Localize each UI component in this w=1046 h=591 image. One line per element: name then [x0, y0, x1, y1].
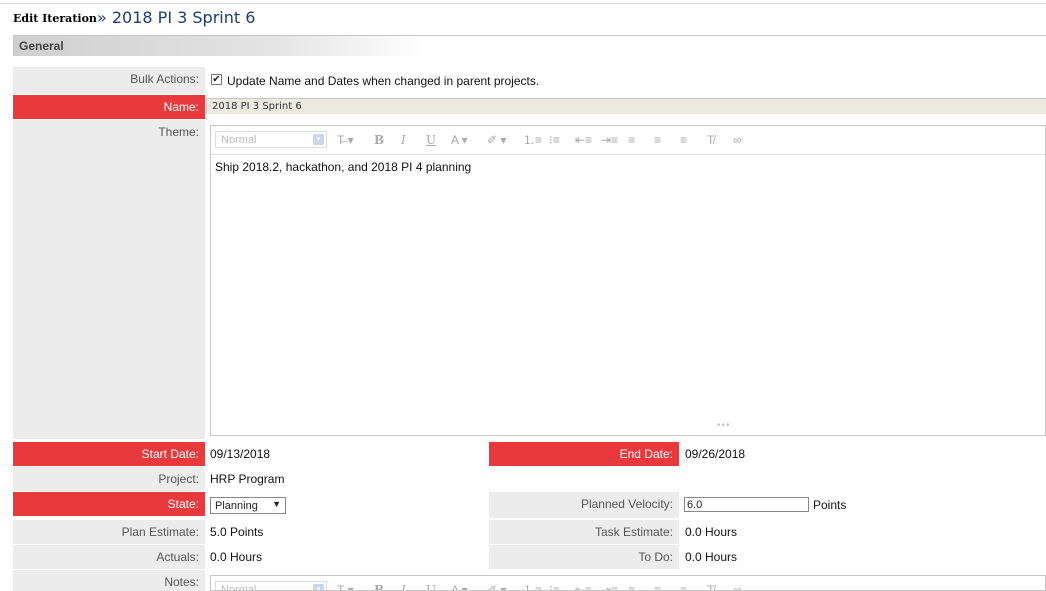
notes-label: Notes: — [13, 570, 205, 591]
outdent-icon[interactable]: ⇤≡ — [575, 583, 592, 590]
highlight-icon[interactable]: ✐ ▾ — [487, 133, 506, 147]
text-color-icon[interactable]: A ▾ — [451, 133, 468, 147]
top-divider — [0, 3, 1046, 4]
theme-editor-toolbar: Normal ▾ T̶ ▾ B I U A ▾ ✐ ▾ ⒈≡ ⁝≡ ⇤≡ ⇥≡ … — [211, 126, 1045, 155]
format-select-value: Normal — [221, 134, 257, 146]
theme-content[interactable]: Ship 2018.2, hackathon, and 2018 PI 4 pl… — [215, 160, 471, 174]
bold-icon[interactable]: B — [374, 133, 384, 147]
name-value: 2018 PI 3 Sprint 6 — [212, 101, 302, 112]
name-input[interactable]: 2018 PI 3 Sprint 6 — [206, 98, 1046, 114]
project-label: Project: — [13, 467, 205, 491]
chevron-down-icon: ▾ — [313, 134, 324, 145]
bulk-actions-checkbox[interactable]: ✔ — [211, 74, 222, 85]
start-date-value[interactable]: 09/13/2018 — [210, 447, 270, 461]
to-do-value: 0.0 Hours — [685, 550, 738, 564]
resize-handle[interactable]: ••• — [717, 420, 731, 431]
project-value: HRP Program — [210, 472, 285, 486]
clear-format-icon[interactable]: T̸ — [707, 133, 714, 147]
notes-editor[interactable]: Normal ▾ T̶ ▾ B I U A ▾ ✐ ▾ ⒈≡ ⁝≡ ⇤≡ ⇥≡ … — [210, 575, 1046, 591]
actuals-label: Actuals: — [13, 545, 205, 569]
task-estimate-value: 0.0 Hours — [685, 525, 738, 539]
italic-icon[interactable]: I — [401, 583, 406, 590]
state-label: State: — [13, 492, 205, 516]
numbered-list-icon[interactable]: ⒈≡ — [523, 133, 542, 147]
theme-label: Theme: — [13, 120, 205, 439]
bold-icon[interactable]: B — [374, 583, 384, 590]
actuals-value: 0.0 Hours — [210, 550, 263, 564]
theme-editor[interactable]: Normal ▾ T̶ ▾ B I U A ▾ ✐ ▾ ⒈≡ ⁝≡ ⇤≡ ⇥≡ … — [210, 125, 1046, 436]
to-do-label: To Do: — [489, 545, 679, 569]
align-left-icon[interactable]: ≡ — [628, 133, 635, 147]
chevron-down-icon: ▾ — [313, 584, 324, 590]
align-center-icon[interactable]: ≡ — [654, 133, 661, 147]
bulk-actions-text: Update Name and Dates when changed in pa… — [227, 74, 540, 88]
plan-estimate-label: Plan Estimate: — [13, 520, 205, 544]
clear-format-icon[interactable]: T̸ — [707, 583, 714, 590]
font-size-icon[interactable]: T̶ ▾ — [337, 583, 354, 590]
italic-icon[interactable]: I — [401, 133, 406, 147]
indent-icon[interactable]: ⇥≡ — [601, 583, 618, 590]
planned-velocity-value: 6.0 — [687, 499, 703, 511]
section-title: General — [19, 39, 64, 53]
planned-velocity-label: Planned Velocity: — [489, 492, 679, 518]
underline-icon[interactable]: U — [426, 133, 436, 147]
plan-estimate-value: 5.0 Points — [210, 525, 264, 539]
start-date-label: Start Date: — [13, 442, 205, 466]
link-icon[interactable]: ∞ — [733, 133, 742, 147]
link-icon[interactable]: ∞ — [733, 583, 742, 590]
planned-velocity-unit: Points — [813, 498, 847, 512]
name-label: Name: — [13, 95, 205, 119]
state-select-value: Planning — [215, 500, 258, 512]
format-select[interactable]: Normal ▾ — [215, 581, 327, 591]
bulleted-list-icon[interactable]: ⁝≡ — [549, 133, 560, 147]
outdent-icon[interactable]: ⇤≡ — [575, 133, 592, 147]
page-title: » 2018 PI 3 Sprint 6 — [97, 8, 256, 27]
format-select[interactable]: Normal ▾ — [215, 131, 327, 148]
underline-icon[interactable]: U — [426, 583, 436, 590]
numbered-list-icon[interactable]: ⒈≡ — [523, 583, 542, 590]
bulleted-list-icon[interactable]: ⁝≡ — [549, 583, 560, 590]
indent-icon[interactable]: ⇥≡ — [601, 133, 618, 147]
end-date-label: End Date: — [489, 442, 679, 466]
chevron-down-icon: ▼ — [272, 499, 281, 509]
bulk-actions-label: Bulk Actions: — [13, 67, 205, 94]
end-date-value[interactable]: 09/26/2018 — [685, 447, 745, 461]
highlight-icon[interactable]: ✐ ▾ — [487, 583, 506, 590]
section-header-general[interactable]: General — [13, 35, 1046, 56]
align-right-icon[interactable]: ≡ — [680, 583, 687, 590]
task-estimate-label: Task Estimate: — [489, 520, 679, 544]
text-color-icon[interactable]: A ▾ — [451, 583, 468, 590]
align-left-icon[interactable]: ≡ — [628, 583, 635, 590]
format-select-value: Normal — [221, 584, 257, 591]
font-size-icon[interactable]: T̶ ▾ — [337, 133, 354, 147]
align-center-icon[interactable]: ≡ — [654, 583, 661, 590]
planned-velocity-input[interactable]: 6.0 — [684, 497, 809, 512]
align-right-icon[interactable]: ≡ — [680, 133, 687, 147]
notes-editor-toolbar: Normal ▾ T̶ ▾ B I U A ▾ ✐ ▾ ⒈≡ ⁝≡ ⇤≡ ⇥≡ … — [211, 576, 1045, 591]
edit-iteration-label: Edit Iteration — [13, 12, 97, 25]
state-select[interactable]: Planning ▼ — [210, 497, 286, 514]
